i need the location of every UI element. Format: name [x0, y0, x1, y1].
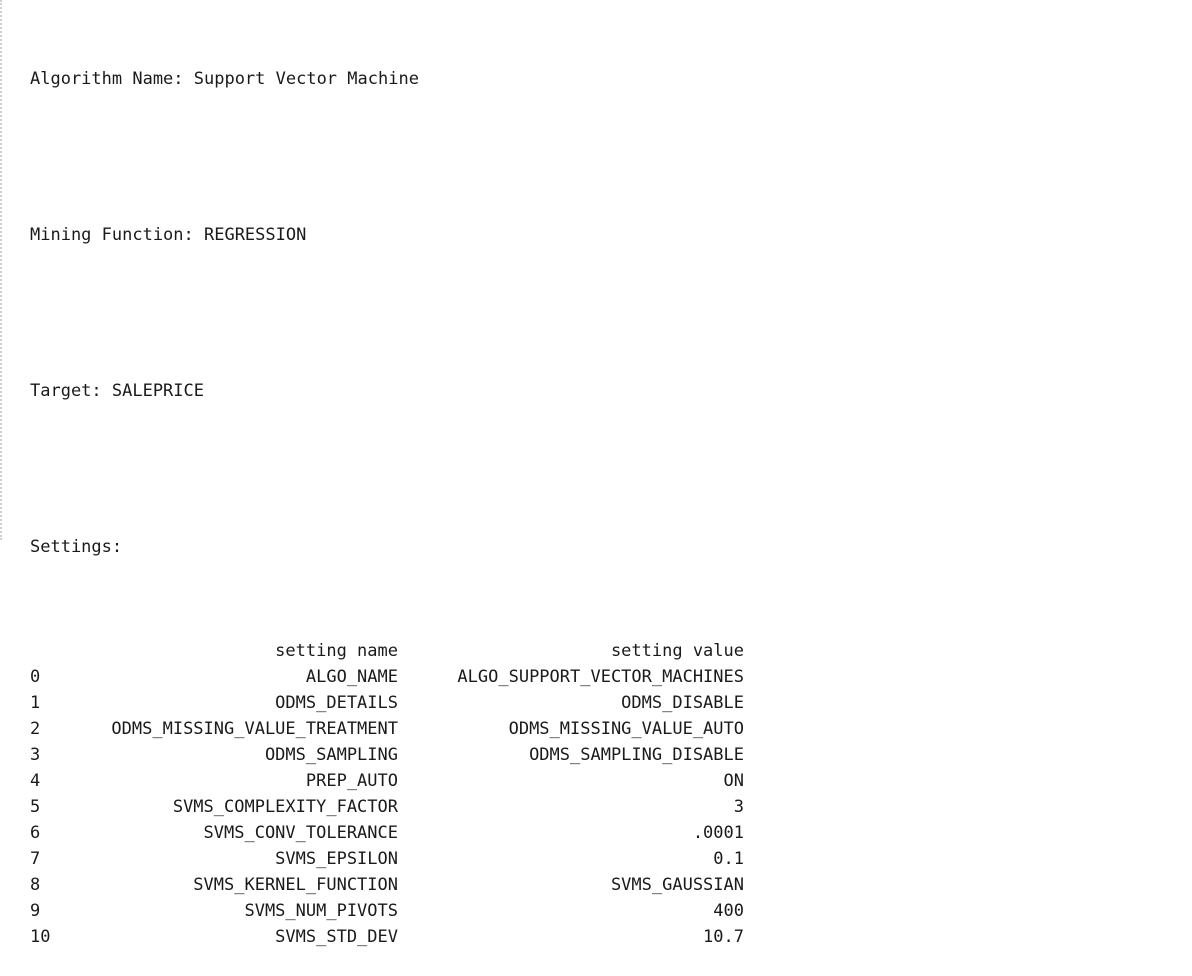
row-index: 5	[30, 797, 41, 817]
setting-name-cell: SVMS_KERNEL_FUNCTION	[193, 875, 398, 895]
setting-name-cell: SVMS_NUM_PIVOTS	[244, 901, 398, 921]
row-index: 4	[30, 771, 41, 791]
settings-table: setting name setting value 0 ALGO_NAME A…	[30, 638, 744, 950]
setting-value-cell: 0.1	[713, 849, 744, 869]
algorithm-name-line: Algorithm Name: Support Vector Machine	[30, 69, 419, 89]
row-index: 9	[30, 901, 41, 921]
table-row: 4 PREP_AUTO ON	[30, 768, 744, 794]
setting-value-cell: ODMS_SAMPLING_DISABLE	[529, 745, 744, 765]
setting-value-cell: 400	[713, 901, 744, 921]
setting-name-cell: ODMS_SAMPLING	[264, 745, 398, 765]
column-header-setting-name: setting name	[275, 641, 398, 661]
table-row: 1 ODMS_DETAILS ODMS_DISABLE	[30, 690, 744, 716]
settings-heading: Settings:	[30, 537, 123, 557]
setting-name-cell: ODMS_DETAILS	[275, 693, 398, 713]
table-row: 6 SVMS_CONV_TOLERANCE .0001	[30, 820, 744, 846]
setting-value-cell: 3	[733, 797, 744, 817]
row-index: 6	[30, 823, 41, 843]
mining-function-line: Mining Function: REGRESSION	[30, 225, 307, 245]
column-header-setting-value: setting value	[610, 641, 744, 661]
setting-value-cell: ODMS_MISSING_VALUE_AUTO	[508, 719, 744, 739]
row-index: 3	[30, 745, 41, 765]
target-line: Target: SALEPRICE	[30, 381, 204, 401]
setting-name-cell: ALGO_NAME	[305, 667, 398, 687]
table-row: 8 SVMS_KERNEL_FUNCTION SVMS_GAUSSIAN	[30, 872, 744, 898]
setting-name-cell: SVMS_STD_DEV	[275, 927, 398, 947]
table-header-row: setting name setting value	[30, 638, 744, 664]
row-index: 10	[30, 927, 51, 947]
setting-value-cell: ALGO_SUPPORT_VECTOR_MACHINES	[457, 667, 744, 687]
setting-value-cell: ODMS_DISABLE	[621, 693, 744, 713]
table-row: 9 SVMS_NUM_PIVOTS 400	[30, 898, 744, 924]
setting-name-cell: PREP_AUTO	[305, 771, 398, 791]
row-index: 8	[30, 875, 41, 895]
setting-value-cell: ON	[723, 771, 744, 791]
setting-name-cell: SVMS_COMPLEXITY_FACTOR	[172, 797, 398, 817]
setting-value-cell: SVMS_GAUSSIAN	[610, 875, 744, 895]
setting-name-cell: SVMS_CONV_TOLERANCE	[203, 823, 398, 843]
table-row: 3 ODMS_SAMPLING ODMS_SAMPLING_DISABLE	[30, 742, 744, 768]
setting-value-cell: .0001	[692, 823, 744, 843]
row-index: 2	[30, 719, 41, 739]
row-index: 0	[30, 667, 41, 687]
cell-output: Algorithm Name: Support Vector Machine M…	[30, 14, 744, 976]
row-index: 7	[30, 849, 41, 869]
setting-value-cell: 10.7	[703, 927, 744, 947]
index-header	[30, 638, 74, 664]
output-cell-border	[0, 0, 3, 540]
table-row: 0 ALGO_NAME ALGO_SUPPORT_VECTOR_MACHINES	[30, 664, 744, 690]
table-row: 10 SVMS_STD_DEV 10.7	[30, 924, 744, 950]
setting-name-cell: ODMS_MISSING_VALUE_TREATMENT	[111, 719, 398, 739]
table-row: 7 SVMS_EPSILON 0.1	[30, 846, 744, 872]
setting-name-cell: SVMS_EPSILON	[275, 849, 398, 869]
table-row: 2 ODMS_MISSING_VALUE_TREATMENT ODMS_MISS…	[30, 716, 744, 742]
table-row: 5 SVMS_COMPLEXITY_FACTOR 3	[30, 794, 744, 820]
row-index: 1	[30, 693, 41, 713]
